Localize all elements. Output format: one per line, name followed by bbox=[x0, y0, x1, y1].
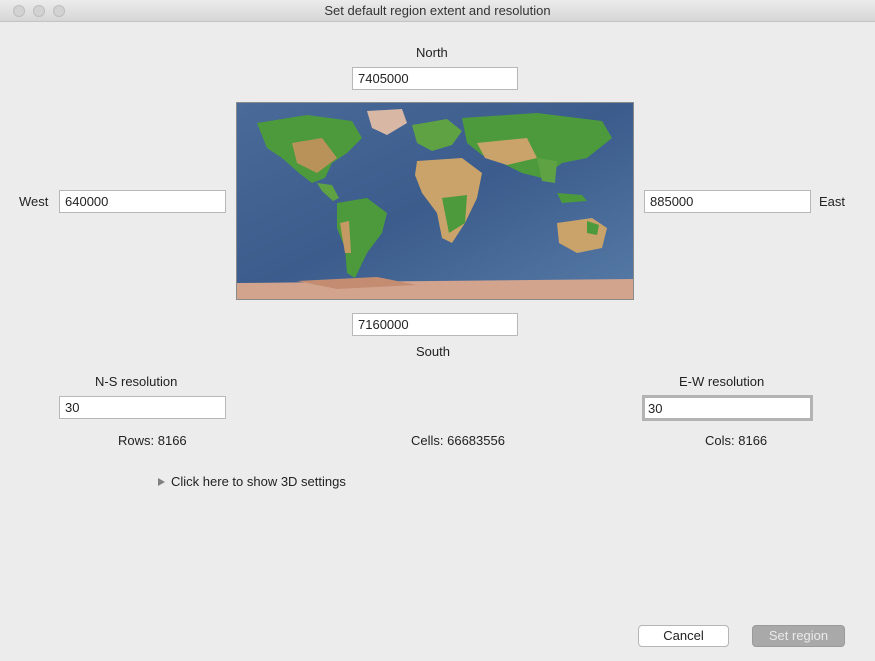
rows-count: Rows: 8166 bbox=[118, 433, 187, 448]
ns-resolution-label: N-S resolution bbox=[95, 374, 178, 389]
cancel-button[interactable]: Cancel bbox=[638, 625, 729, 647]
south-input[interactable] bbox=[352, 313, 518, 336]
cols-count: Cols: 8166 bbox=[705, 433, 768, 448]
ew-resolution-label: E-W resolution bbox=[679, 374, 765, 389]
window-title: Set default region extent and resolution bbox=[324, 3, 551, 18]
ns-resolution-input[interactable] bbox=[59, 396, 226, 419]
show-3d-settings-label: Click here to show 3D settings bbox=[171, 474, 346, 489]
title-bar: Set default region extent and resolution bbox=[0, 0, 875, 22]
east-input[interactable] bbox=[644, 190, 811, 213]
world-map-image[interactable] bbox=[236, 102, 634, 300]
show-3d-settings-toggle[interactable]: Click here to show 3D settings bbox=[158, 474, 346, 489]
west-label: West bbox=[19, 194, 49, 209]
disclosure-triangle-icon bbox=[158, 477, 165, 486]
cells-count: Cells: 66683556 bbox=[411, 433, 505, 448]
ew-resolution-input[interactable] bbox=[642, 395, 813, 421]
east-label: East bbox=[819, 194, 846, 209]
south-label: South bbox=[416, 344, 450, 359]
world-map-graphic bbox=[237, 103, 633, 299]
north-label: North bbox=[416, 45, 448, 60]
set-region-button[interactable]: Set region bbox=[752, 625, 845, 647]
dialog-window: Set default region extent and resolution… bbox=[0, 0, 875, 661]
west-input[interactable] bbox=[59, 190, 226, 213]
north-input[interactable] bbox=[352, 67, 518, 90]
